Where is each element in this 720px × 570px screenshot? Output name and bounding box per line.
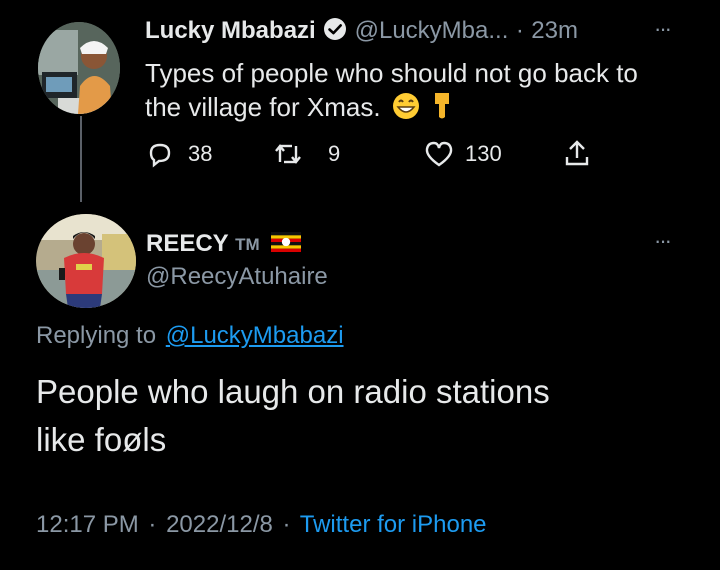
avatar[interactable]	[36, 214, 136, 308]
heart-icon	[424, 140, 454, 168]
display-name[interactable]: REECY	[146, 230, 229, 257]
separator-dot: ·	[282, 511, 291, 538]
tweet-text: People who laugh on radio stations like …	[36, 368, 550, 464]
tweet-text-line: Types of people who should not go back t…	[145, 58, 638, 88]
like-count: 130	[465, 141, 502, 166]
handle[interactable]: @LuckyMba...	[355, 17, 509, 44]
tweet-header: Lucky Mbabazi @LuckyMba... · 23m	[145, 17, 578, 47]
pointing-down-emoji-icon	[431, 90, 455, 120]
reply-icon	[146, 140, 174, 168]
timestamp[interactable]: 23m	[531, 17, 578, 44]
replying-to-label: Replying to	[36, 322, 157, 349]
tweet-text-line: like foøls	[36, 421, 167, 458]
separator-dot: ·	[148, 511, 157, 538]
replying-to-link[interactable]: @LuckyMbabazi	[166, 322, 344, 349]
tweet-metadata: 12:17 PM · 2022/12/8 · Twitter for iPhon…	[36, 511, 487, 539]
tweet-date[interactable]: 2022/12/8	[166, 511, 273, 538]
tweet-text-line: the village for Xmas.	[145, 90, 638, 124]
more-options-icon[interactable]: ···	[654, 228, 672, 254]
reply-count: 38	[188, 141, 213, 166]
avatar[interactable]	[38, 22, 120, 114]
separator-dot: ·	[515, 17, 524, 44]
tweet-text: Types of people who should not go back t…	[145, 56, 638, 124]
handle[interactable]: @ReecyAtuhaire	[146, 263, 328, 291]
thread-line	[80, 116, 82, 202]
tweet-text-line: People who laugh on radio stations	[36, 373, 550, 410]
uganda-flag-icon	[268, 232, 304, 252]
display-name[interactable]: Lucky Mbabazi	[145, 17, 316, 44]
verified-badge-icon	[323, 17, 347, 41]
tweet-header: REECY TM	[146, 230, 304, 258]
share-icon[interactable]	[563, 138, 591, 168]
tweet-time[interactable]: 12:17 PM	[36, 511, 139, 538]
retweet-count: 9	[328, 141, 341, 166]
retweet-icon	[272, 140, 304, 168]
tweet-source[interactable]: Twitter for iPhone	[300, 511, 487, 538]
more-options-icon[interactable]: ···	[654, 16, 672, 42]
replying-to: Replying to @LuckyMbabazi	[36, 322, 344, 350]
grinning-emoji-icon	[392, 92, 420, 120]
trademark-label: TM	[235, 235, 260, 254]
